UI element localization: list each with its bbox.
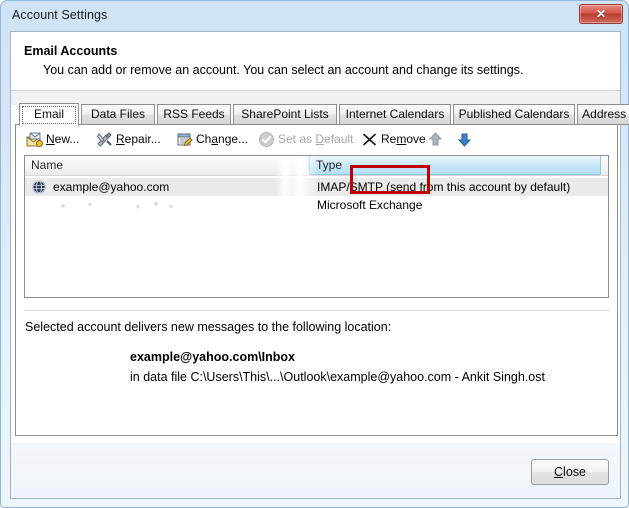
new-mail-icon: [26, 131, 43, 148]
tab-label: Address Books: [582, 107, 629, 121]
delivery-location-path: example@yahoo.com\Inbox: [130, 350, 296, 364]
column-header-type-label: Type: [316, 158, 343, 172]
accounts-list[interactable]: Name Type example@yahoo.com IMAP/SMTP (s…: [24, 155, 609, 298]
arrow-up-icon: [427, 132, 444, 151]
account-settings-dialog: Account Settings ✕ Email Accounts You ca…: [0, 0, 629, 508]
column-header-name[interactable]: Name: [25, 156, 309, 175]
tab-label: Data Files: [90, 107, 146, 121]
move-down-button[interactable]: [456, 131, 473, 148]
tab-data-files[interactable]: Data Files: [81, 104, 155, 125]
tab-rss-feeds[interactable]: RSS Feeds: [157, 104, 231, 125]
close-icon: ✕: [595, 7, 607, 21]
tab-published-calendars[interactable]: Published Calendars: [453, 104, 575, 125]
tab-page-email: New... Repair... Change... Set as Defaul…: [15, 124, 618, 436]
tab-label: Published Calendars: [458, 107, 570, 121]
column-header-type[interactable]: Type: [309, 156, 601, 175]
account-name: example@yahoo.com: [53, 180, 170, 194]
tab-address-books[interactable]: Address Books: [577, 104, 629, 125]
tab-label: Email: [33, 107, 64, 121]
table-row[interactable]: example@yahoo.com IMAP/SMTP (send from t…: [25, 178, 608, 196]
tab-label: Internet Calendars: [345, 107, 445, 121]
set-as-default-label: Set as Default: [278, 132, 354, 146]
tab-strip: Email Data Files RSS Feeds SharePoint Li…: [15, 103, 629, 126]
change-account-icon: [176, 131, 193, 148]
account-type: Microsoft Exchange: [317, 198, 423, 212]
account-type: IMAP/SMTP (send from this account by def…: [317, 180, 571, 194]
info-divider: [24, 310, 609, 311]
window-close-button[interactable]: ✕: [579, 4, 623, 24]
remove-account-label: Remove: [381, 132, 426, 146]
remove-x-icon: [361, 131, 378, 148]
dialog-content-panel: Email Accounts You can add or remove an …: [10, 31, 629, 443]
move-up-button[interactable]: [427, 131, 444, 148]
page-title: Email Accounts: [24, 44, 118, 58]
tab-sharepoint-lists[interactable]: SharePoint Lists: [233, 104, 337, 125]
account-globe-icon: [32, 180, 46, 194]
accounts-toolbar: New... Repair... Change... Set as Defaul…: [16, 125, 617, 154]
delivery-data-file-path: in data file C:\Users\This\...\Outlook\e…: [130, 370, 545, 384]
dialog-footer: Close: [10, 443, 621, 499]
tab-internet-calendars[interactable]: Internet Calendars: [339, 104, 451, 125]
tab-label: SharePoint Lists: [241, 107, 329, 121]
window-title: Account Settings: [12, 8, 108, 22]
title-bar: Account Settings ✕: [1, 1, 628, 31]
repair-account-label: Repair...: [116, 132, 161, 146]
redacted-account-name: [45, 197, 195, 213]
accounts-list-header: Name Type: [25, 156, 608, 176]
arrow-down-icon: [456, 133, 473, 151]
new-account-label: New...: [46, 132, 80, 146]
page-subtitle: You can add or remove an account. You ca…: [43, 63, 524, 77]
delivery-location-label: Selected account delivers new messages t…: [25, 320, 392, 334]
repair-tools-icon: [96, 131, 113, 148]
table-row[interactable]: Microsoft Exchange: [25, 196, 608, 214]
close-button[interactable]: Close: [531, 459, 609, 485]
tab-email[interactable]: Email: [19, 103, 79, 126]
check-circle-icon: [258, 131, 275, 148]
tab-label: RSS Feeds: [163, 107, 225, 121]
column-header-name-label: Name: [31, 158, 64, 172]
close-button-label: Close: [554, 465, 586, 479]
change-account-label: Change...: [196, 132, 249, 146]
